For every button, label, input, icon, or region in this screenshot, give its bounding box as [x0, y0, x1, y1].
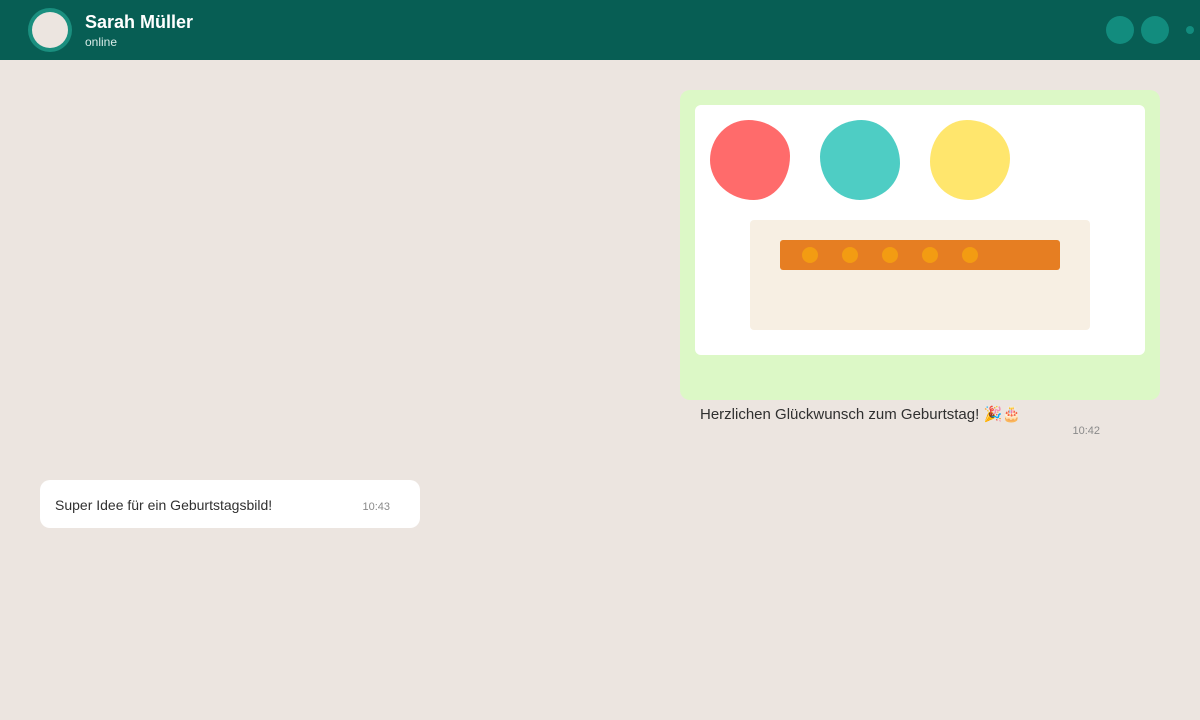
incoming-message-bubble[interactable]: Super Idee für ein Geburtstagsbild! 10:4… [40, 480, 420, 528]
video-icon[interactable] [1141, 16, 1169, 44]
contact-name[interactable]: Sarah Müller [85, 11, 193, 33]
avatar-icon [32, 12, 68, 48]
candle-icon [802, 247, 818, 263]
balloon-icon [930, 120, 1010, 200]
birthday-image[interactable] [695, 105, 1145, 355]
more-icon[interactable] [1186, 26, 1194, 34]
candle-icon [922, 247, 938, 263]
contact-status: online [85, 35, 118, 49]
balloon-icon [820, 120, 900, 200]
message-time: 10:42 [1072, 425, 1100, 437]
candle-icon [842, 247, 858, 263]
cake-icon [750, 220, 1090, 330]
cake-band [780, 240, 1060, 270]
phone-icon[interactable] [1106, 16, 1134, 44]
message-text: Super Idee für ein Geburtstagsbild! [55, 497, 273, 513]
outgoing-message-bubble[interactable] [680, 90, 1160, 400]
balloon-icon [710, 120, 790, 200]
message-time: 10:43 [362, 501, 390, 513]
chat-header: Sarah Müller online [0, 0, 1200, 60]
candle-icon [962, 247, 978, 263]
image-caption: Herzlichen Glückwunsch zum Geburtstag! 🎉… [700, 406, 1021, 423]
avatar[interactable] [28, 8, 72, 52]
candle-icon [882, 247, 898, 263]
